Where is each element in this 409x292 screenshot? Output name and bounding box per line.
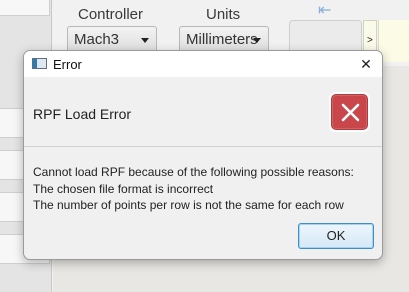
dialog-header-text: RPF Load Error <box>33 106 132 122</box>
error-dialog: Error ✕ RPF Load Error Cannot load RPF b… <box>23 50 383 260</box>
units-label: Units <box>206 6 241 23</box>
dialog-header: RPF Load Error <box>24 77 382 147</box>
expand-button-label: > <box>367 35 373 46</box>
dialog-message: Cannot load RPF because of the following… <box>33 164 373 214</box>
message-line: The number of points per row is not the … <box>33 198 344 212</box>
controller-combo[interactable]: Mach3 <box>67 26 157 52</box>
dialog-titlebar[interactable]: Error ✕ <box>24 51 382 77</box>
units-combo-value: Millimeters <box>186 31 258 48</box>
error-x-icon <box>331 94 368 130</box>
left-arrow-icon[interactable]: ⇤ <box>318 0 331 20</box>
controller-label: Controller <box>78 6 144 23</box>
left-panel-row[interactable] <box>0 0 50 16</box>
units-combo[interactable]: Millimeters <box>179 26 269 52</box>
controller-combo-value: Mach3 <box>74 31 120 48</box>
message-line: The chosen file format is incorrect <box>33 181 214 196</box>
chevron-down-icon <box>141 38 149 43</box>
close-icon: ✕ <box>360 56 372 72</box>
message-line: Cannot load RPF because of the following… <box>33 165 354 179</box>
chevron-down-icon <box>253 38 261 43</box>
close-button[interactable]: ✕ <box>350 51 382 77</box>
dialog-title: Error <box>53 57 82 72</box>
app-window-icon <box>32 58 47 69</box>
ok-button[interactable]: OK <box>298 223 374 249</box>
